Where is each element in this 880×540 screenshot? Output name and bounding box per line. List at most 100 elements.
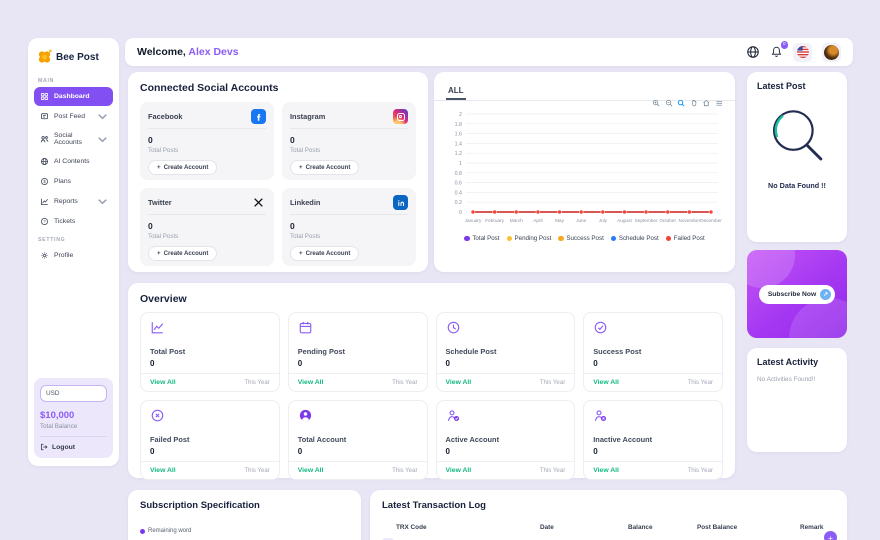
- create-account-button[interactable]: + Create Account: [290, 246, 359, 261]
- column-trx-code: TRX Code: [382, 524, 540, 531]
- total-posts-label: Total Posts: [290, 147, 408, 154]
- create-account-button[interactable]: + Create Account: [148, 160, 217, 175]
- column-date: Date: [540, 524, 628, 531]
- view-all-link[interactable]: View All: [298, 379, 324, 386]
- sidebar-item-label: Profile: [54, 252, 73, 259]
- welcome-prefix: Welcome,: [137, 46, 186, 58]
- legend-dot: [666, 236, 672, 242]
- legend-item[interactable]: Total Post: [464, 235, 499, 242]
- card-title: Pending Post: [298, 347, 418, 356]
- logout-button[interactable]: Logout: [40, 443, 107, 451]
- table-row: [382, 535, 835, 540]
- card-title: Total Account: [298, 435, 418, 444]
- pan-icon[interactable]: [690, 99, 699, 108]
- sidebar-item-dashboard[interactable]: Dashboard: [34, 87, 113, 106]
- legend-item[interactable]: Success Post: [558, 235, 604, 242]
- tickets-icon: ?: [40, 217, 49, 226]
- sidebar-item-profile[interactable]: Profile: [34, 246, 113, 265]
- svg-text:?: ?: [43, 219, 46, 224]
- svg-text:September: September: [635, 218, 658, 223]
- card-value: 0: [298, 447, 418, 456]
- home-icon[interactable]: [702, 99, 711, 108]
- view-all-link[interactable]: View All: [446, 379, 472, 386]
- social-card-facebook: Facebook 0 Total Posts + Create Account: [140, 102, 274, 180]
- logout-icon: [40, 443, 48, 451]
- zoom-in-icon[interactable]: [652, 99, 661, 108]
- chart-tab-all[interactable]: ALL: [446, 85, 466, 100]
- subscribe-now-label: Subscribe Now: [768, 291, 816, 298]
- legend-label: Pending Post: [515, 235, 552, 242]
- selection-zoom-icon[interactable]: [677, 99, 686, 108]
- notifications-button[interactable]: 0: [770, 45, 783, 59]
- section-title: Connected Social Accounts: [140, 82, 416, 94]
- view-all-link[interactable]: View All: [150, 379, 176, 386]
- clock-icon: [446, 322, 461, 339]
- legend-label: Failed Post: [674, 235, 705, 242]
- period-label: This Year: [392, 379, 417, 386]
- svg-text:March: March: [510, 218, 523, 223]
- welcome-message: Welcome, Alex Devs: [137, 46, 239, 58]
- card-value: 0: [150, 447, 270, 456]
- create-account-button[interactable]: + Create Account: [290, 160, 359, 175]
- view-all-link[interactable]: View All: [298, 467, 324, 474]
- add-transaction-button[interactable]: +: [824, 531, 837, 540]
- currency-select[interactable]: USD: [40, 385, 107, 402]
- ai-contents-icon: [40, 157, 49, 166]
- check-circle-icon: [593, 322, 608, 339]
- svg-text:$: $: [43, 179, 46, 184]
- card-value: 0: [298, 359, 418, 368]
- svg-text:August: August: [617, 218, 632, 223]
- total-posts-value: 0: [148, 221, 266, 231]
- sidebar-item-tickets[interactable]: ? Tickets: [34, 212, 113, 231]
- sidebar-item-reports[interactable]: Reports: [34, 192, 113, 211]
- legend-label: Total Post: [472, 235, 499, 242]
- legend-item[interactable]: Failed Post: [666, 235, 705, 242]
- social-card-linkedin: Linkedin 0 Total Posts + Create Account: [282, 188, 416, 266]
- svg-text:1.6: 1.6: [455, 132, 462, 138]
- plus-icon: +: [157, 250, 161, 257]
- period-label: This Year: [244, 467, 269, 474]
- platform-name: Twitter: [148, 198, 172, 207]
- magnifier-no-data-icon: [764, 104, 830, 170]
- latest-transaction-log-card: Latest Transaction Log TRX Code Date Bal…: [370, 490, 847, 540]
- dashboard-icon: [40, 92, 49, 101]
- view-all-link[interactable]: View All: [150, 467, 176, 474]
- instagram-icon: [393, 109, 408, 124]
- globe-icon[interactable]: [746, 45, 760, 59]
- legend-item[interactable]: Pending Post: [507, 235, 552, 242]
- transactions-table-header: TRX Code Date Balance Post Balance Remar…: [382, 524, 835, 531]
- subscribe-now-button[interactable]: Subscribe Now ↗: [759, 285, 835, 304]
- profile-menu-button[interactable]: [822, 43, 841, 62]
- total-balance-label: Total Balance: [40, 423, 107, 437]
- svg-text:0.4: 0.4: [455, 190, 462, 196]
- sidebar-item-label: Post Feed: [54, 113, 85, 120]
- card-value: 0: [593, 447, 713, 456]
- sidebar-item-ai-contents[interactable]: AI Contents: [34, 152, 113, 171]
- column-balance: Balance: [628, 524, 697, 531]
- profile-gear-icon: [40, 251, 49, 260]
- sidebar-item-post-feed[interactable]: Post Feed: [34, 107, 113, 126]
- view-all-link[interactable]: View All: [593, 467, 619, 474]
- view-all-link[interactable]: View All: [446, 467, 472, 474]
- svg-text:2: 2: [459, 112, 462, 118]
- legend-dot: [464, 236, 470, 242]
- x-circle-icon: [150, 410, 165, 427]
- menu-icon[interactable]: [715, 99, 724, 108]
- sidebar-item-plans[interactable]: $ Plans: [34, 172, 113, 191]
- view-all-link[interactable]: View All: [593, 379, 619, 386]
- overview-card-success-post: Success Post 0 View All This Year: [583, 312, 723, 392]
- zoom-out-icon[interactable]: [665, 99, 674, 108]
- create-account-button[interactable]: + Create Account: [148, 246, 217, 261]
- period-label: This Year: [392, 467, 417, 474]
- create-account-label: Create Account: [306, 164, 351, 171]
- language-flag-button[interactable]: [793, 43, 812, 62]
- sidebar-item-social-accounts[interactable]: Social Accounts: [34, 127, 113, 151]
- svg-text:0: 0: [459, 210, 462, 216]
- post-report-chart-card: ALL 00.20.40.60.811.21.41.61.82JanuaryFe…: [434, 72, 735, 272]
- overview-card-total-account: Total Account 0 View All This Year: [288, 400, 428, 480]
- legend-dot: [140, 529, 145, 534]
- sidebar-item-label: Social Accounts: [54, 132, 93, 146]
- app-logo[interactable]: Bee Post: [34, 46, 113, 73]
- latest-activity-card: Latest Activity No Activities Found!!: [747, 348, 847, 452]
- legend-item[interactable]: Schedule Post: [611, 235, 659, 242]
